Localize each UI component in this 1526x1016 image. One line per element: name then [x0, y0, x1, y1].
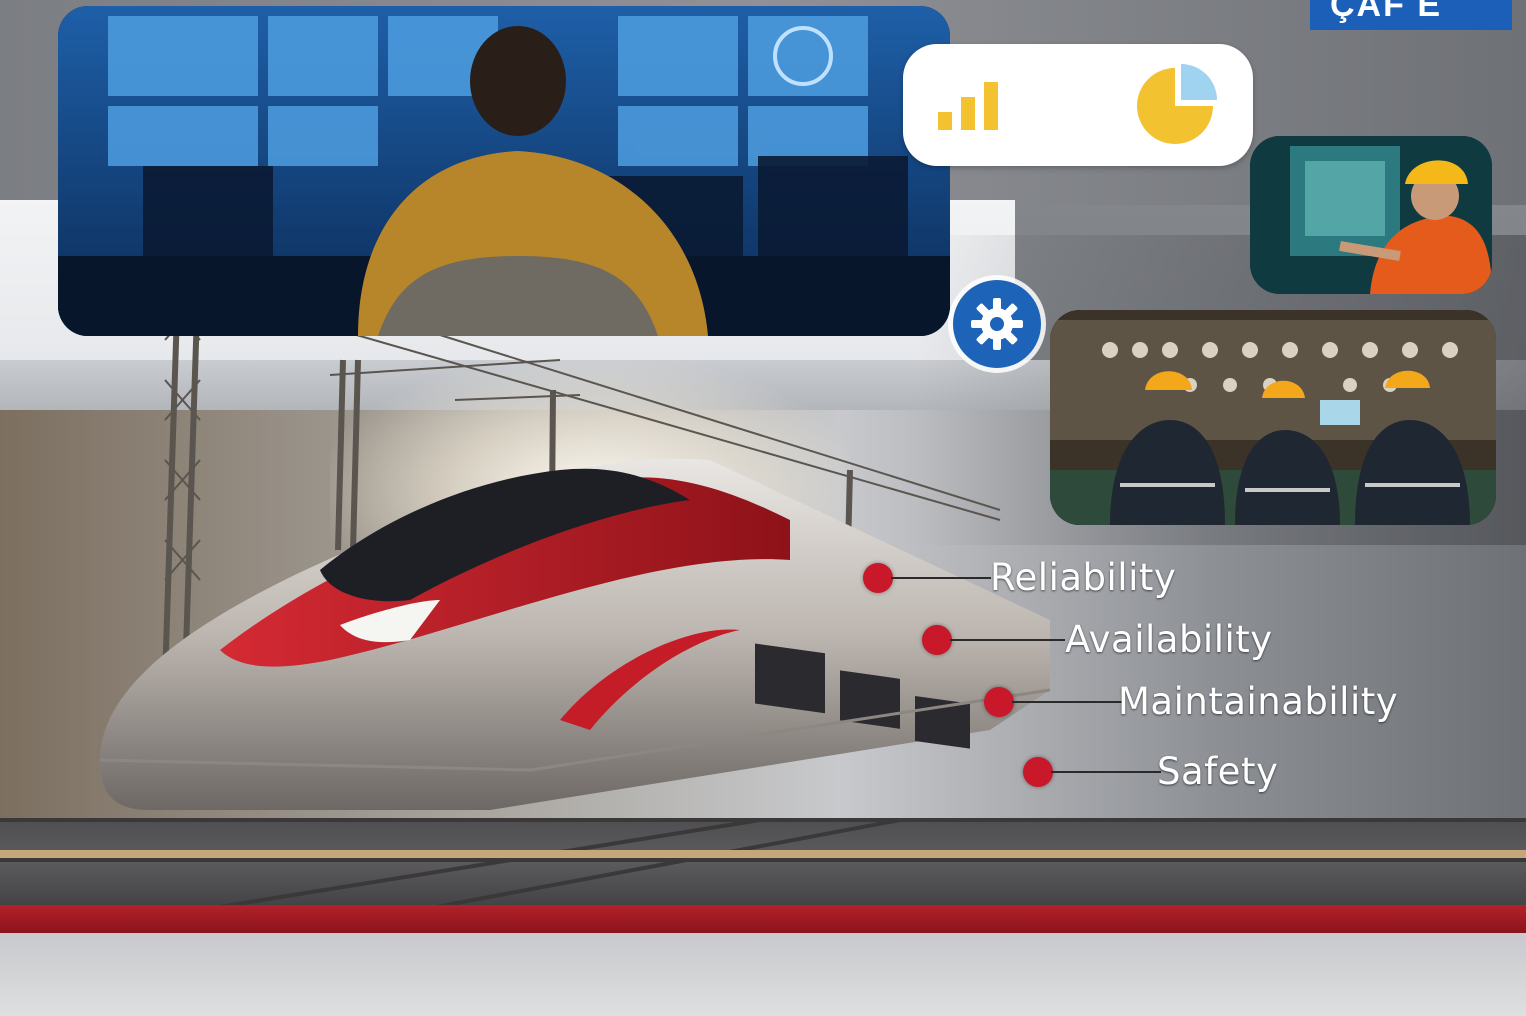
gold-stripe [0, 850, 1526, 858]
red-dot-marker [863, 563, 893, 593]
speech-bubble [903, 44, 1253, 166]
technician-photo [1250, 136, 1492, 294]
gear-icon [971, 298, 1023, 350]
feature-safety: Safety [1023, 750, 1303, 793]
feature-label: Availability [1065, 618, 1273, 661]
red-dot-marker [984, 687, 1014, 717]
feature-reliability: Reliability [863, 556, 1203, 599]
red-stripe [0, 905, 1526, 933]
feature-label: Reliability [990, 556, 1177, 599]
gear-badge [953, 280, 1041, 368]
brand-logo: ÇAF E [1310, 0, 1512, 30]
bar-chart-icon [938, 82, 998, 130]
control-room-photo [58, 6, 950, 336]
red-dot-marker [1023, 757, 1053, 787]
feature-maintainability: Maintainability [984, 680, 1424, 723]
control-room-illustration [58, 6, 950, 336]
connector-line [1051, 771, 1161, 773]
pie-chart-icon [1137, 64, 1217, 144]
red-dot-marker [922, 625, 952, 655]
connector-line [1012, 701, 1122, 703]
connector-line [950, 639, 1065, 641]
feature-label: Maintainability [1118, 680, 1399, 723]
bottom-area [0, 933, 1526, 1016]
feature-availability: Availability [922, 618, 1302, 661]
feature-label: Safety [1157, 750, 1279, 793]
brand-logo-text: ÇAF E [1330, 0, 1442, 24]
workers-control-panel-photo [1050, 310, 1496, 525]
connector-line [891, 577, 991, 579]
